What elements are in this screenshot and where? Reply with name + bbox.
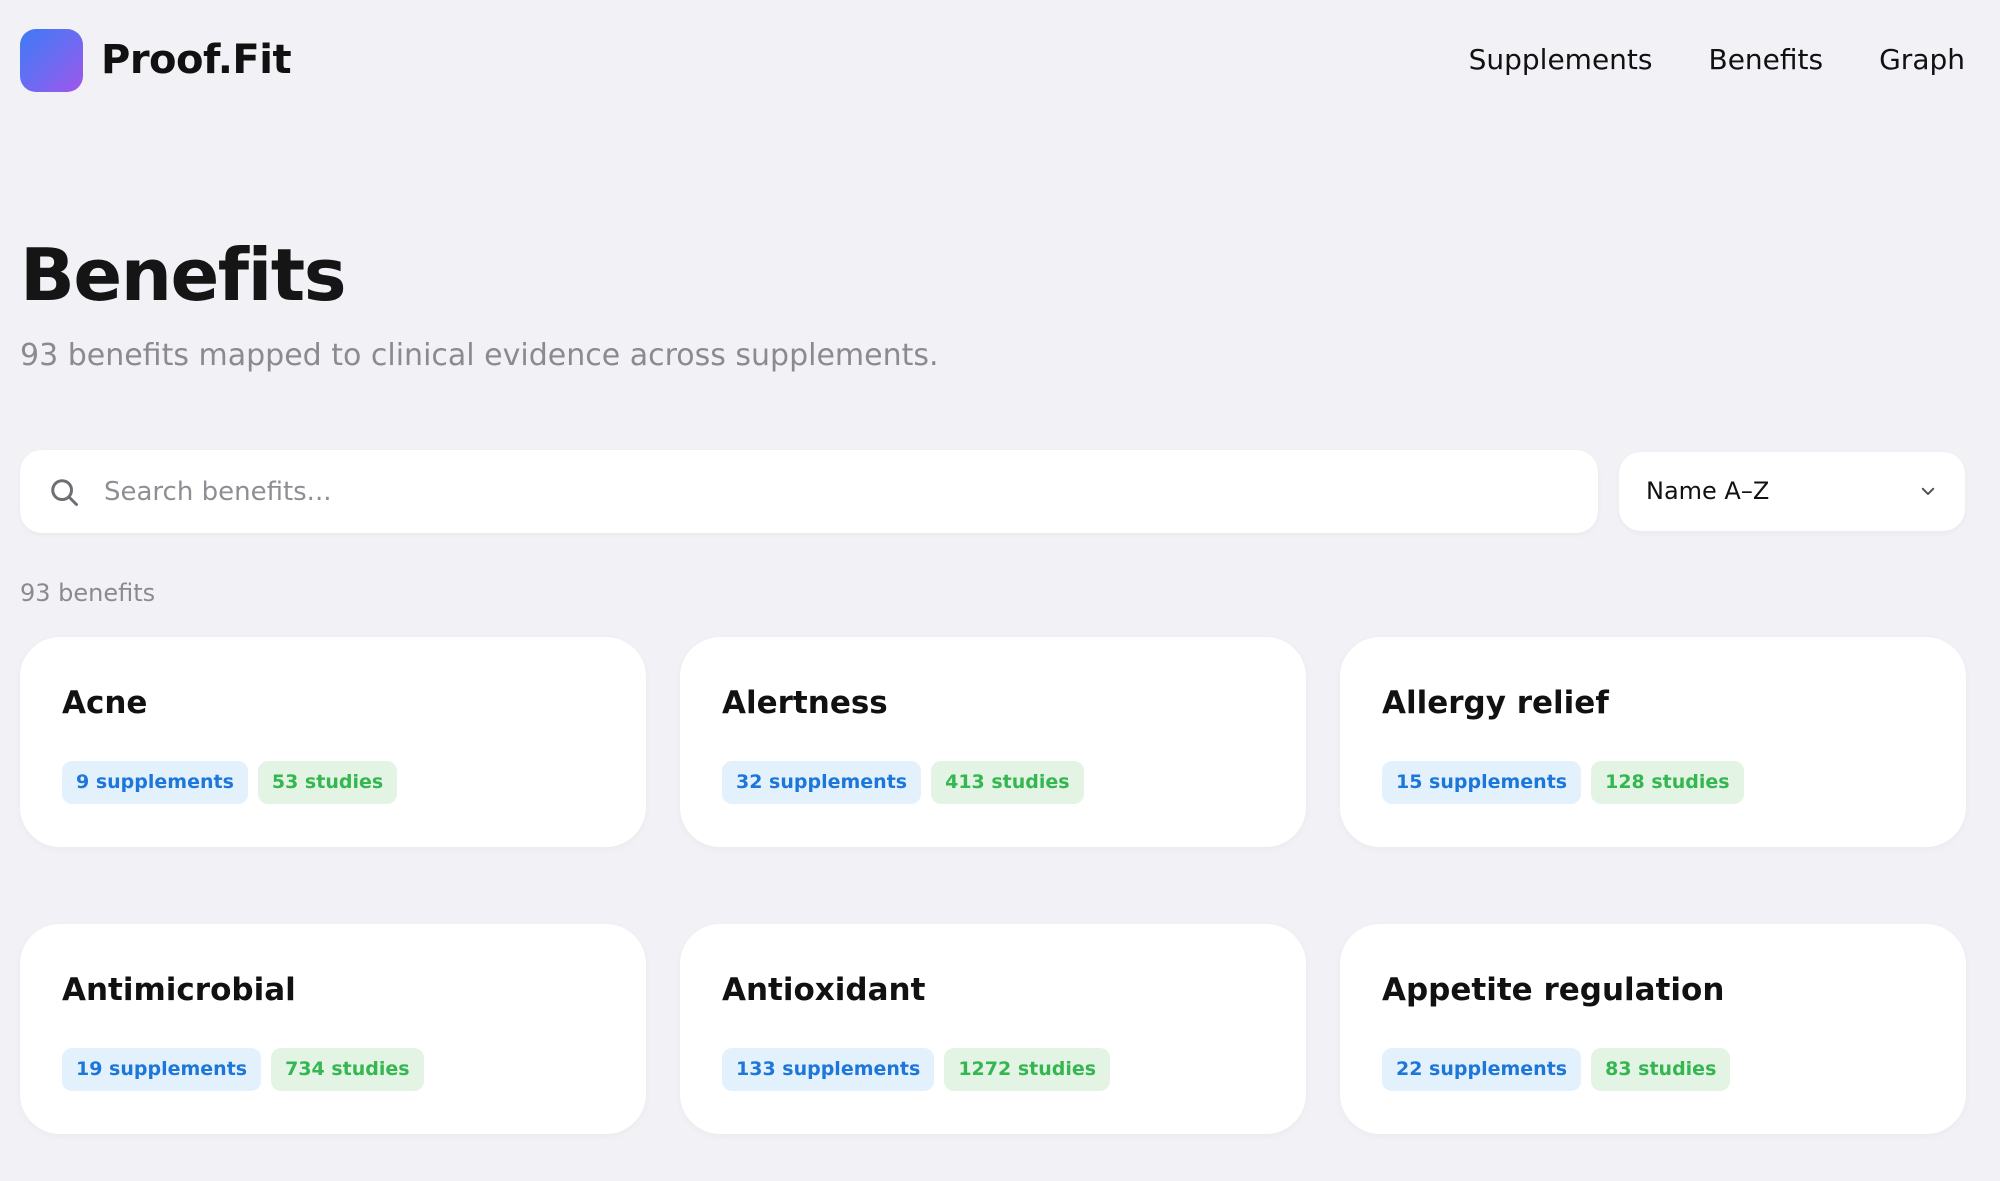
benefit-card[interactable]: Alertness 32 supplements 413 studies — [680, 637, 1306, 847]
benefit-card-badges: 19 supplements 734 studies — [62, 1048, 424, 1091]
benefit-card-badges: 9 supplements 53 studies — [62, 761, 398, 804]
benefit-card[interactable]: Allergy relief 15 supplements 128 studie… — [1340, 637, 1966, 847]
benefit-card-title: Alertness — [722, 685, 888, 721]
studies-count-badge: 128 studies — [1591, 761, 1744, 804]
supplements-count-badge: 32 supplements — [722, 761, 922, 804]
studies-count-badge: 53 studies — [257, 761, 398, 804]
studies-count-badge: 1272 studies — [944, 1048, 1111, 1091]
nav-link-benefits[interactable]: Benefits — [1708, 40, 1823, 80]
benefit-card-title: Antioxidant — [722, 972, 926, 1008]
chevron-down-icon — [1921, 487, 1935, 495]
search-box[interactable] — [20, 450, 1598, 533]
benefit-card[interactable]: Acne 9 supplements 53 studies — [20, 637, 646, 847]
studies-count-badge: 734 studies — [271, 1048, 424, 1091]
benefit-card-badges: 32 supplements 413 studies — [722, 761, 1084, 804]
studies-count-badge: 83 studies — [1591, 1048, 1731, 1091]
logo-icon[interactable] — [20, 29, 83, 92]
benefit-card[interactable]: Antioxidant 133 supplements 1272 studies — [680, 924, 1306, 1134]
main-nav: Supplements Benefits Graph — [1469, 40, 1965, 80]
benefit-card-badges: 22 supplements 83 studies — [1382, 1048, 1731, 1091]
sort-select[interactable]: Name A–Z — [1619, 452, 1965, 531]
page-subtitle: 93 benefits mapped to clinical evidence … — [20, 338, 939, 373]
site-header: Proof.Fit Supplements Benefits Graph — [0, 0, 2000, 122]
benefit-card-title: Allergy relief — [1382, 685, 1609, 721]
supplements-count-badge: 133 supplements — [722, 1048, 935, 1091]
supplements-count-badge: 19 supplements — [62, 1048, 262, 1091]
benefit-card[interactable]: Appetite regulation 22 supplements 83 st… — [1340, 924, 1966, 1134]
benefit-card-title: Appetite regulation — [1382, 972, 1725, 1008]
search-icon — [51, 479, 78, 506]
supplements-count-badge: 9 supplements — [62, 761, 248, 804]
benefit-card-title: Antimicrobial — [62, 972, 296, 1008]
benefit-card-title: Acne — [62, 685, 148, 721]
benefit-card-badges: 15 supplements 128 studies — [1382, 761, 1744, 804]
nav-link-graph[interactable]: Graph — [1879, 40, 1965, 80]
supplements-count-badge: 22 supplements — [1382, 1048, 1582, 1091]
nav-link-supplements[interactable]: Supplements — [1469, 40, 1653, 80]
benefit-card-badges: 133 supplements 1272 studies — [722, 1048, 1111, 1091]
result-count: 93 benefits — [20, 579, 156, 607]
sort-selected-label: Name A–Z — [1646, 477, 1770, 505]
studies-count-badge: 413 studies — [931, 761, 1084, 804]
benefit-card[interactable]: Antimicrobial 19 supplements 734 studies — [20, 924, 646, 1134]
page-title: Benefits — [20, 233, 347, 317]
brand-name[interactable]: Proof.Fit — [101, 34, 292, 86]
search-input[interactable] — [104, 450, 1574, 533]
supplements-count-badge: 15 supplements — [1382, 761, 1582, 804]
